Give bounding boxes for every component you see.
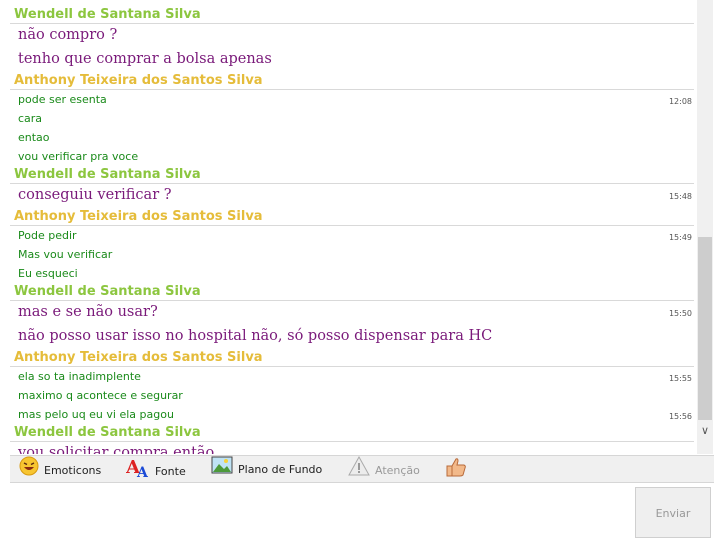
attention-button[interactable]: Atenção <box>348 455 420 482</box>
message-text: Eu esqueci <box>18 267 78 280</box>
chat-message: vou solicitar compra então <box>10 442 694 454</box>
attention-label: Atenção <box>375 464 420 477</box>
chat-message: vou verificar pra voce <box>10 147 694 166</box>
message-text: não compro ? <box>18 27 118 43</box>
font-label: Fonte <box>155 465 186 478</box>
sender-name: Wendell de Santana Silva <box>14 284 201 299</box>
message-text: cara <box>18 112 43 125</box>
sender-name: Anthony Teixeira dos Santos Silva <box>14 209 263 224</box>
font-button[interactable]: AA Fonte <box>125 456 186 482</box>
message-text: mas pelo uq eu vi ela pagou <box>18 408 174 421</box>
sender-name: Wendell de Santana Silva <box>14 425 201 440</box>
message-input[interactable] <box>10 483 635 543</box>
chat-message: mas pelo uq eu vi ela pagou 15:56 <box>10 405 694 424</box>
chat-message: não compro ? <box>10 24 694 48</box>
chat-message: cara <box>10 109 694 128</box>
send-button[interactable]: Enviar <box>635 487 711 538</box>
message-text: mas e se não usar? <box>18 304 158 320</box>
message-text: Pode pedir <box>18 229 77 242</box>
emoticon-icon <box>19 456 39 486</box>
chat-message: não posso usar isso no hospital não, só … <box>10 325 694 349</box>
scroll-down-icon[interactable]: ∨ <box>697 422 713 440</box>
message-timestamp: 15:48 <box>668 192 692 201</box>
message-text: tenho que comprar a bolsa apenas <box>18 51 272 67</box>
warning-icon <box>348 455 370 486</box>
chat-message: Pode pedir 15:49 <box>10 226 694 245</box>
background-button[interactable]: Plano de Fundo <box>211 456 322 482</box>
chat-message: conseguiu verificar ? 15:48 <box>10 184 694 208</box>
message-text: vou verificar pra voce <box>18 150 139 163</box>
message-text: não posso usar isso no hospital não, só … <box>18 328 493 344</box>
chat-message: pode ser esenta 12:08 <box>10 90 694 109</box>
message-text: vou solicitar compra então <box>18 445 215 454</box>
message-text: maximo q acontece e segurar <box>18 389 183 402</box>
chat-scrollbar[interactable]: ∨ <box>697 0 713 454</box>
message-text: Mas vou verificar <box>18 248 113 261</box>
message-text: entao <box>18 131 50 144</box>
sender-name: Anthony Teixeira dos Santos Silva <box>14 350 263 365</box>
message-timestamp: 15:50 <box>668 309 692 318</box>
chat-message: ela so ta inadimplente 15:55 <box>10 367 694 386</box>
chat-message: Eu esqueci <box>10 264 694 283</box>
sender-name: Anthony Teixeira dos Santos Silva <box>14 73 263 88</box>
sender-name: Wendell de Santana Silva <box>14 167 201 182</box>
chat-message: maximo q acontece e segurar <box>10 386 694 405</box>
chat-message: mas e se não usar? 15:50 <box>10 301 694 325</box>
chat-history[interactable]: Wendell de Santana Silva não compro ? tenh… <box>0 0 697 454</box>
chat-message: tenho que comprar a bolsa apenas <box>10 48 694 72</box>
message-input-area[interactable] <box>10 483 635 543</box>
chat-message: Mas vou verificar <box>10 245 694 264</box>
message-toolbar: Emoticons AA Fonte Plano de Fundo Atençã… <box>10 455 714 483</box>
message-list: Wendell de Santana Silva não compro ? tenh… <box>10 6 694 454</box>
emoticons-button[interactable]: Emoticons <box>19 456 101 482</box>
message-text: ela so ta inadimplente <box>18 370 141 383</box>
message-timestamp: 15:56 <box>668 412 692 421</box>
background-label: Plano de Fundo <box>238 463 323 476</box>
like-button[interactable] <box>445 456 472 482</box>
sender-name: Wendell de Santana Silva <box>14 7 201 22</box>
picture-icon <box>211 456 233 484</box>
svg-text:A: A <box>136 465 149 478</box>
emoticons-label: Emoticons <box>44 464 102 477</box>
message-text: conseguiu verificar ? <box>18 187 172 203</box>
chat-message: entao <box>10 128 694 147</box>
message-text: pode ser esenta <box>18 93 107 106</box>
scrollbar-thumb[interactable] <box>698 237 712 420</box>
